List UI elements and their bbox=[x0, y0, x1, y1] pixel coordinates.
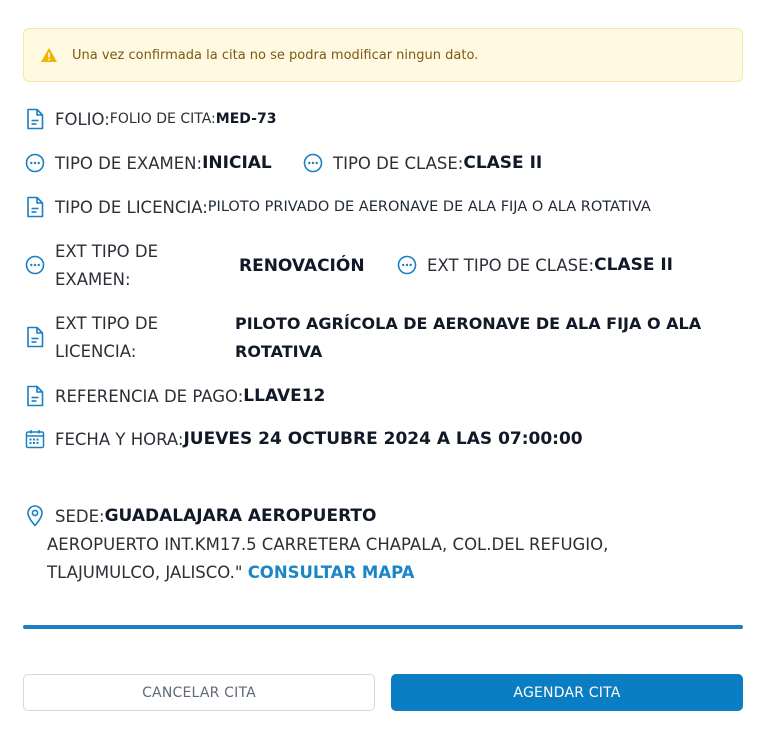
tipo-clase-row: TIPO DE CLASE: CLASE II bbox=[302, 152, 542, 174]
tipo-clase-label: TIPO DE CLASE: bbox=[333, 153, 464, 173]
location-pin-icon bbox=[24, 505, 46, 527]
tipo-licencia-value: PILOTO PRIVADO DE AERONAVE DE ALA FIJA O… bbox=[207, 199, 651, 215]
sede-address: AEROPUERTO INT.KM17.5 CARRETERA CHAPALA,… bbox=[47, 531, 687, 587]
tipo-licencia-row: TIPO DE LICENCIA: PILOTO PRIVADO DE AERO… bbox=[24, 196, 651, 218]
document-icon bbox=[24, 326, 46, 348]
address-line-2: TLAJUMULCO, JALISCO." bbox=[47, 563, 248, 582]
tipo-examen-label: TIPO DE EXAMEN: bbox=[55, 153, 203, 173]
sede-label: SEDE: bbox=[55, 506, 105, 526]
folio-label: FOLIO: bbox=[55, 109, 110, 129]
folio-row: FOLIO: FOLIO DE CITA: MED-73 bbox=[24, 108, 276, 130]
document-icon bbox=[24, 385, 46, 407]
sede-row: SEDE: GUADALAJARA AEROPUERTO bbox=[24, 505, 376, 527]
dots-circle-icon bbox=[302, 152, 324, 174]
referencia-pago-label: REFERENCIA DE PAGO: bbox=[55, 386, 244, 406]
calendar-icon bbox=[24, 428, 46, 450]
referencia-pago-value: LLAVE12 bbox=[243, 386, 326, 406]
ext-tipo-clase-value: CLASE II bbox=[594, 255, 673, 275]
cancel-button[interactable]: CANCELAR CITA bbox=[23, 674, 375, 711]
dots-circle-icon bbox=[24, 254, 46, 276]
tipo-licencia-label: TIPO DE LICENCIA: bbox=[55, 197, 208, 217]
section-divider bbox=[23, 625, 743, 629]
warning-icon bbox=[40, 46, 58, 64]
consultar-mapa-link[interactable]: CONSULTAR MAPA bbox=[248, 563, 415, 582]
tipo-clase-value: CLASE II bbox=[463, 153, 543, 173]
ext-tipo-clase-row: EXT TIPO DE CLASE: CLASE II bbox=[396, 254, 673, 276]
fecha-hora-value: JUEVES 24 OCTUBRE 2024 A LAS 07:00:00 bbox=[183, 429, 583, 449]
ext-tipo-examen-icon-wrap bbox=[24, 254, 55, 276]
ext-tipo-examen-label: EXT TIPO DE EXAMEN: bbox=[55, 242, 159, 289]
dots-circle-icon bbox=[24, 152, 46, 174]
document-icon bbox=[24, 196, 46, 218]
confirmation-alert: Una vez confirmada la cita no se podra m… bbox=[23, 28, 743, 82]
sede-value: GUADALAJARA AEROPUERTO bbox=[104, 506, 377, 526]
tipo-examen-row: TIPO DE EXAMEN: INICIAL bbox=[24, 152, 272, 174]
fecha-hora-label: FECHA Y HORA: bbox=[55, 429, 184, 449]
fecha-hora-row: FECHA Y HORA: JUEVES 24 OCTUBRE 2024 A L… bbox=[24, 428, 583, 450]
agendar-cita-button[interactable]: AGENDAR CITA bbox=[391, 674, 743, 711]
ext-tipo-examen-value: RENOVACIÓN bbox=[239, 256, 365, 276]
ext-tipo-licencia-label: EXT TIPO DE LICENCIA: bbox=[55, 314, 159, 361]
referencia-pago-row: REFERENCIA DE PAGO: LLAVE12 bbox=[24, 385, 325, 407]
alert-message: Una vez confirmada la cita no se podra m… bbox=[72, 47, 479, 63]
address-line-1: AEROPUERTO INT.KM17.5 CARRETERA CHAPALA,… bbox=[47, 535, 609, 554]
ext-tipo-licencia-icon-wrap bbox=[24, 326, 55, 348]
tipo-examen-value: INICIAL bbox=[202, 153, 272, 173]
folio-sublabel: FOLIO DE CITA: bbox=[109, 111, 216, 127]
document-icon bbox=[24, 108, 46, 130]
ext-tipo-licencia-value: PILOTO AGRÍCOLA DE AERONAVE DE ALA FIJA … bbox=[235, 314, 702, 361]
ext-tipo-clase-label: EXT TIPO DE CLASE: bbox=[427, 255, 595, 275]
dots-circle-icon bbox=[396, 254, 418, 276]
folio-value: MED-73 bbox=[215, 111, 277, 127]
